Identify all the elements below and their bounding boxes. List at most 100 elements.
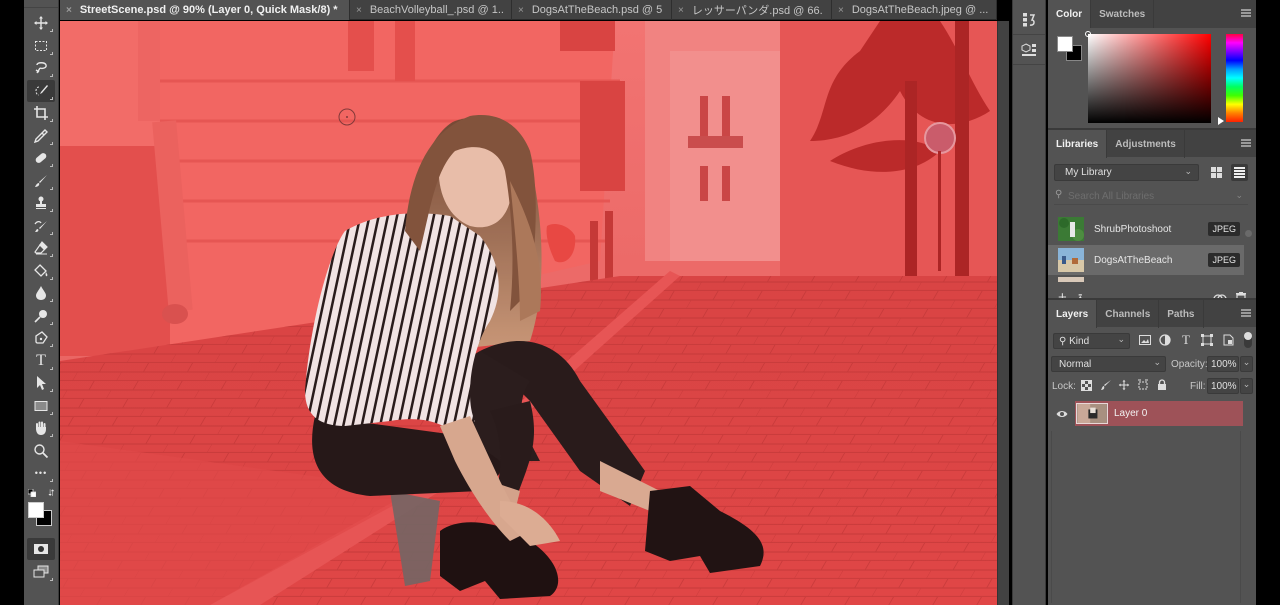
3d-panel-button[interactable] <box>1013 35 1045 65</box>
brush-tool[interactable] <box>27 170 55 192</box>
grid-view-button[interactable] <box>1208 164 1225 181</box>
path-selection-tool[interactable] <box>27 372 55 394</box>
visibility-eye-icon[interactable] <box>1056 408 1068 420</box>
type-tool[interactable]: T <box>27 350 55 372</box>
pen-tool[interactable] <box>27 327 55 349</box>
history-panel-button[interactable] <box>1013 5 1045 35</box>
tab-paths[interactable]: Paths <box>1159 300 1204 328</box>
clone-stamp-tool[interactable] <box>27 192 55 214</box>
crop-tool[interactable] <box>27 102 55 124</box>
zoom-tool[interactable] <box>27 440 55 462</box>
layers-panel-tabs: Layers Channels Paths <box>1048 299 1256 328</box>
document-tab[interactable]: × DogsAtTheBeach.psd @ 5... <box>512 0 672 20</box>
list-view-button[interactable] <box>1231 164 1248 181</box>
quick-selection-tool[interactable] <box>27 79 55 102</box>
adjustment-layer-filter-icon[interactable] <box>1159 334 1171 346</box>
layer-name[interactable]: Layer 0 <box>1114 408 1147 419</box>
fill-dropdown-button[interactable]: ⌄ <box>1240 378 1253 394</box>
tab-label: StreetScene.psd @ 90% (Layer 0, Quick Ma… <box>79 4 338 16</box>
quick-mask-mode-button[interactable] <box>27 538 55 560</box>
close-tab-icon[interactable]: × <box>66 5 72 16</box>
type-layer-filter-icon[interactable]: T <box>1180 332 1192 347</box>
hue-slider-handle[interactable] <box>1218 117 1224 125</box>
dodge-tool[interactable] <box>27 305 55 327</box>
edit-toolbar-button[interactable]: ••• <box>27 462 55 484</box>
blend-mode-select[interactable]: Normal ⌄ <box>1051 356 1166 372</box>
library-item-name: DogsAtTheBeach <box>1094 254 1173 266</box>
bucket-icon <box>34 263 48 277</box>
document-tab[interactable]: × レッサーパンダ.psd @ 66.7... <box>672 0 832 20</box>
close-tab-icon[interactable]: × <box>356 5 362 16</box>
layer-row[interactable]: Layer 0 <box>1048 401 1244 427</box>
drop-icon <box>36 286 46 300</box>
layer-filter-toggle[interactable] <box>1244 332 1252 348</box>
rectangular-marquee-tool[interactable] <box>27 35 55 57</box>
opacity-dropdown-button[interactable]: ⌄ <box>1240 356 1253 372</box>
prevent-auto-nesting-icon[interactable] <box>1137 379 1149 391</box>
tab-layers[interactable]: Layers <box>1048 300 1098 328</box>
zoom-icon <box>34 443 49 458</box>
lock-all-icon[interactable] <box>1156 379 1168 391</box>
healing-brush-tool[interactable] <box>27 147 55 169</box>
document-canvas[interactable] <box>60 21 997 605</box>
vertical-scrollbar[interactable] <box>997 21 1009 605</box>
fill-input[interactable]: 100% <box>1207 378 1239 394</box>
toolbar-grip[interactable] <box>24 0 58 8</box>
document-tab[interactable]: × BeachVolleyball_.psd @ 1... <box>350 0 512 20</box>
library-select[interactable]: My Library ⌄ <box>1054 164 1199 181</box>
lock-image-pixels-icon[interactable] <box>1100 379 1112 391</box>
foreground-color[interactable] <box>28 502 44 518</box>
cube-icon <box>1021 42 1036 56</box>
tab-libraries[interactable]: Libraries <box>1048 130 1108 158</box>
library-item-thumbnail <box>1058 248 1084 272</box>
panel-menu-icon[interactable] <box>1241 9 1251 17</box>
scroll-indicator[interactable] <box>1245 230 1252 237</box>
shape-layer-filter-icon[interactable] <box>1201 334 1213 346</box>
eraser-tool[interactable] <box>27 237 55 259</box>
move-tool[interactable] <box>27 12 55 34</box>
marquee-icon <box>35 40 47 51</box>
layer-filter-kind-select[interactable]: ⚲ Kind ⌄ <box>1053 333 1130 349</box>
chevron-down-icon[interactable]: ⌄ <box>1235 190 1243 201</box>
library-item[interactable]: DogsAtTheBeach JPEG <box>1048 245 1244 275</box>
lasso-tool[interactable] <box>27 57 55 79</box>
blur-tool[interactable] <box>27 282 55 304</box>
close-tab-icon[interactable]: × <box>678 5 684 16</box>
panel-menu-icon[interactable] <box>1241 139 1251 147</box>
lock-transparent-pixels-icon[interactable] <box>1080 379 1092 391</box>
screen-edge <box>1256 0 1280 605</box>
foreground-color-swatch[interactable] <box>1057 36 1073 52</box>
history-icon <box>1023 12 1036 26</box>
tab-adjustments[interactable]: Adjustments <box>1107 130 1185 158</box>
library-item[interactable]: ShrubPhotoshoot JPEG <box>1048 214 1244 244</box>
lock-position-icon[interactable] <box>1118 379 1130 391</box>
tools-panel: T ••• ⮃ <box>24 0 59 605</box>
hand-tool[interactable] <box>27 417 55 439</box>
screen-mode-button[interactable] <box>27 561 55 583</box>
pixel-layer-filter-icon[interactable] <box>1139 334 1151 346</box>
tab-label: DogsAtTheBeach.psd @ 5... <box>531 4 663 16</box>
saturation-brightness-field[interactable] <box>1088 34 1211 123</box>
tab-color[interactable]: Color <box>1048 0 1092 28</box>
color-picker-marker[interactable] <box>1085 31 1091 37</box>
default-colors-icon[interactable] <box>28 489 36 497</box>
panel-menu-icon[interactable] <box>1241 309 1251 317</box>
rectangle-tool[interactable] <box>27 395 55 417</box>
close-tab-icon[interactable]: × <box>838 5 844 16</box>
tab-swatches[interactable]: Swatches <box>1091 0 1155 28</box>
canvas-area[interactable] <box>60 21 997 605</box>
street-scene-image <box>60 21 997 605</box>
tab-label: DogsAtTheBeach.jpeg @ ... <box>851 4 988 16</box>
close-tab-icon[interactable]: × <box>518 5 524 16</box>
smart-object-filter-icon[interactable] <box>1222 334 1234 346</box>
eyedropper-tool[interactable] <box>27 125 55 147</box>
tab-channels[interactable]: Channels <box>1097 300 1160 328</box>
paint-bucket-tool[interactable] <box>27 260 55 282</box>
library-search-input[interactable]: ⚲ Search All Libraries ⌄ <box>1054 188 1248 205</box>
opacity-input[interactable]: 100% <box>1207 356 1239 372</box>
document-tab[interactable]: × DogsAtTheBeach.jpeg @ ... <box>832 0 997 20</box>
hue-slider[interactable] <box>1226 34 1243 122</box>
history-brush-tool[interactable] <box>27 215 55 237</box>
document-tab[interactable]: × StreetScene.psd @ 90% (Layer 0, Quick … <box>60 0 350 20</box>
swap-colors-icon[interactable]: ⮃ <box>48 488 55 499</box>
